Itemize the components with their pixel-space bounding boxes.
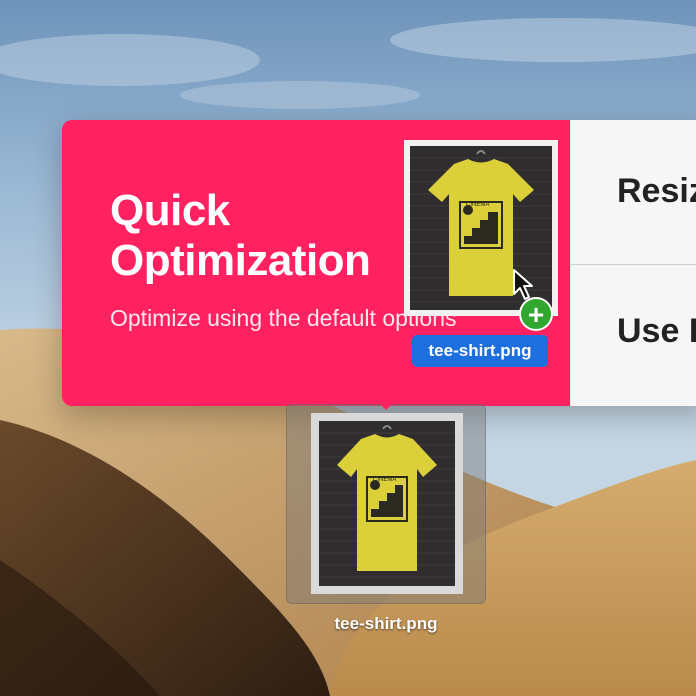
options-panel: Resiz Use I: [570, 120, 696, 406]
desktop-file-name[interactable]: tee-shirt.png: [306, 614, 466, 634]
mouse-cursor-icon: [513, 269, 533, 300]
tee-shirt-image: CINEMA: [319, 421, 455, 586]
dragged-file-label: tee-shirt.png: [412, 335, 548, 367]
svg-text:CINEMA: CINEMA: [373, 477, 396, 483]
desktop-file-thumbnail[interactable]: CINEMA: [311, 413, 463, 594]
resize-option[interactable]: Resiz: [617, 172, 696, 211]
optimization-popover: Quick Optimization Optimize using the de…: [62, 120, 696, 406]
popover-arrow: [374, 398, 398, 410]
copy-plus-icon: +: [519, 297, 553, 331]
use-preset-option[interactable]: Use I: [617, 312, 696, 351]
svg-text:CINEMA: CINEMA: [466, 202, 489, 208]
option-divider: [571, 264, 696, 265]
quick-optimization-title: Quick Optimization: [110, 186, 371, 285]
